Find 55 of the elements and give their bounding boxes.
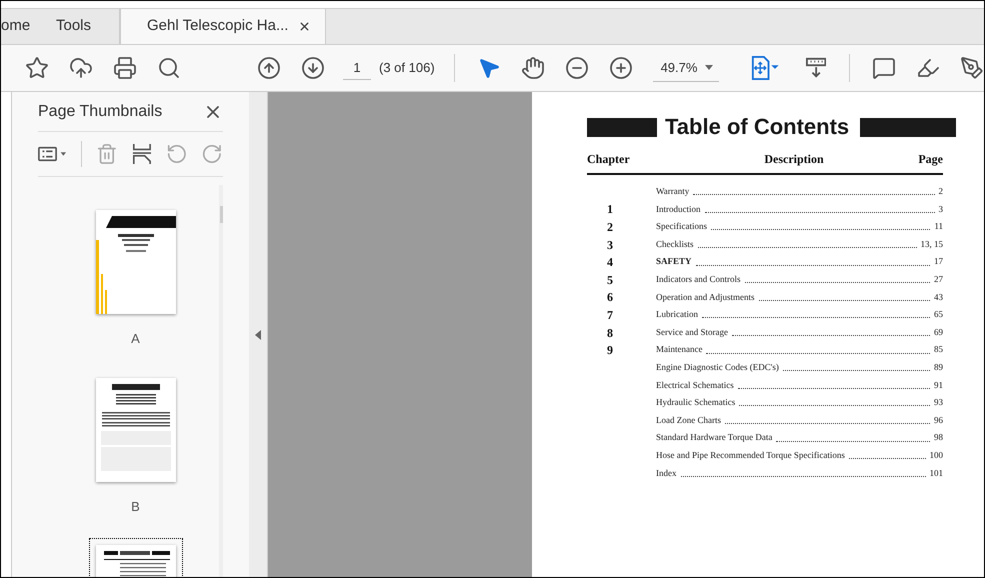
page-number: 43 — [934, 290, 943, 304]
page-number: 89 — [934, 360, 943, 374]
page-number: 65 — [934, 308, 943, 322]
panel-title: Page Thumbnails — [38, 102, 162, 122]
page-number: 85 — [934, 343, 943, 356]
entry-title: Hose and Pipe Recommended Torque Specifications — [656, 448, 845, 462]
entry-title: Indicators and Controls — [656, 273, 740, 286]
page-number: 11 — [934, 220, 943, 234]
chapter-number: 9 — [607, 343, 613, 358]
column-header: Chapter — [587, 151, 630, 168]
entry-title: Warranty — [656, 185, 690, 198]
page-number: 17 — [934, 255, 943, 268]
chapter-number: 6 — [607, 290, 613, 304]
page-count: (3 of 106) — [379, 59, 435, 78]
page-number: 2 — [938, 185, 943, 198]
page-number: 91 — [934, 378, 943, 392]
entry-title: Service and Storage — [656, 326, 728, 339]
document-title: Table of Contents — [665, 116, 850, 138]
page-number: 93 — [934, 396, 943, 410]
column-header: Page — [918, 151, 943, 168]
chapter-number: 5 — [607, 272, 613, 287]
tab[interactable]: Gehl Telescopic Ha... — [120, 9, 326, 44]
chapter-number: 7 — [607, 308, 613, 322]
entry-title: Standard Hardware Torque Data — [656, 431, 772, 444]
entry-title: Load Zone Charts — [656, 414, 721, 427]
chapter-number: 3 — [607, 238, 613, 252]
page-number: 98 — [934, 431, 943, 444]
entry-title: Lubrication — [656, 308, 698, 322]
page-number: 69 — [934, 326, 943, 339]
chapter-number: 8 — [607, 326, 613, 340]
page-number: 27 — [934, 273, 943, 286]
page-number: 100 — [930, 448, 943, 462]
chapter-number: 1 — [607, 202, 613, 216]
page-number: 96 — [934, 414, 943, 427]
tab[interactable]: Tools — [56, 9, 120, 44]
entry-title: Hydraulic Schematics — [656, 396, 736, 410]
entry-title: Electrical Schematics — [656, 378, 734, 392]
page-label: B — [131, 498, 140, 516]
entry-title: Index — [656, 466, 676, 480]
entry-title: Operation and Adjustments — [656, 290, 754, 304]
page-number-field[interactable]: 1 — [343, 56, 371, 80]
page-number: 13, 15 — [920, 238, 943, 251]
page-number: 3 — [938, 202, 943, 216]
column-header: Description — [764, 151, 824, 168]
page-number: 101 — [930, 466, 943, 480]
entry-title: Engine Diagnostic Codes (EDC's) — [656, 360, 779, 374]
entry-title: Introduction — [656, 202, 700, 216]
zoom-dropdown[interactable]: 49.7% — [652, 54, 720, 82]
chapter-number: 4 — [607, 255, 613, 270]
entry-title: SAFETY — [656, 255, 692, 268]
chapter-number: 2 — [607, 220, 613, 234]
entry-title: Checklists — [656, 238, 694, 251]
entry-title: Specifications — [656, 220, 707, 234]
entry-title: Maintenance — [656, 343, 702, 356]
page-label: A — [131, 330, 140, 348]
